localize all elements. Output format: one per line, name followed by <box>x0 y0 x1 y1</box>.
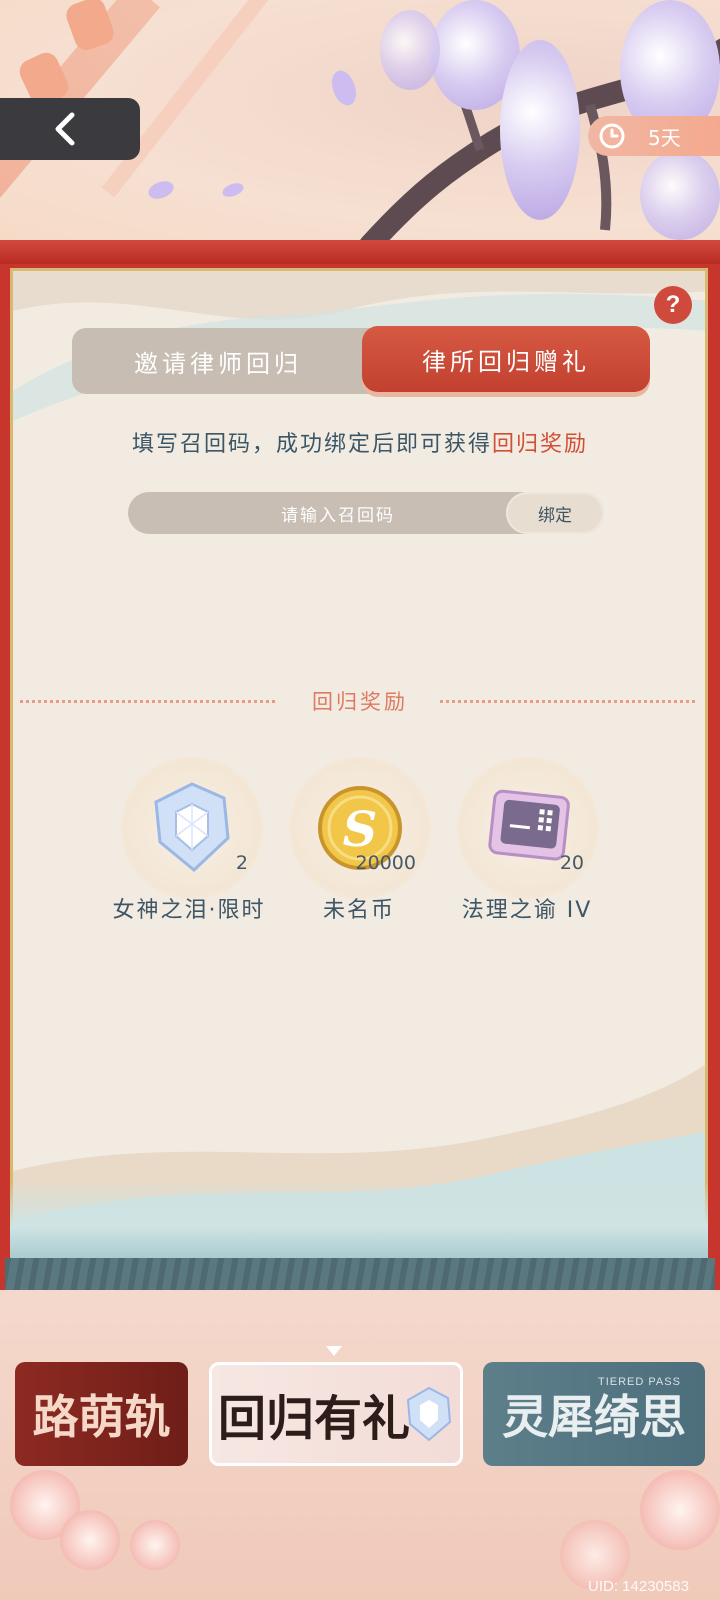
board-frame-top <box>0 240 720 264</box>
banner-title: 回归有礼 <box>217 1391 410 1447</box>
wisteria-cluster <box>380 10 440 90</box>
carousel-indicator <box>326 1346 342 1356</box>
countdown-badge: 5天 <box>588 116 720 156</box>
reward-item[interactable] <box>124 760 260 896</box>
instruction-text: 填写召回码，成功绑定后即可获得回归奖励 <box>10 426 710 458</box>
reward-count: 2 <box>235 852 248 874</box>
banner-subtitle: TIERED PASS <box>598 1376 681 1388</box>
instruction-prefix: 填写召回码，成功绑定后即可获得 <box>131 432 492 457</box>
rewards-title: 回归奖励 <box>312 690 408 714</box>
flower-decoration <box>130 1520 180 1570</box>
banner-event-left[interactable]: 路萌轨 <box>15 1362 188 1466</box>
gem-icon <box>154 782 230 872</box>
uid-label: UID: 14230583 <box>588 1578 689 1595</box>
countdown-text: 5天 <box>648 125 681 150</box>
tab-invite-lawyer[interactable]: 邀请律师回归 <box>72 328 364 394</box>
bind-button[interactable]: 绑定 <box>506 492 604 534</box>
section-divider <box>20 700 275 703</box>
gem-icon <box>406 1386 452 1442</box>
board-floor <box>5 1258 715 1290</box>
panel-bottom-wave <box>10 1180 708 1258</box>
help-button[interactable]: ? <box>654 286 692 324</box>
reward-name: 法理之谕 IV <box>461 898 593 923</box>
reward-name: 未名币 <box>322 898 395 923</box>
back-button[interactable] <box>0 98 140 160</box>
reward-item[interactable]: S <box>292 760 428 896</box>
section-divider <box>440 700 695 703</box>
instruction-highlight: 回归奖励 <box>492 432 589 457</box>
flower-decoration <box>60 1510 120 1570</box>
chevron-left-icon <box>55 112 75 146</box>
wisteria-cluster <box>640 150 720 240</box>
reward-count: 20000 <box>355 852 416 874</box>
svg-text:S: S <box>343 802 378 858</box>
reward-name: 女神之泪·限时 <box>112 898 266 923</box>
card-chip-icon <box>488 789 570 861</box>
clock-icon <box>599 123 625 149</box>
banner-return-gift[interactable]: 回归有礼 <box>209 1362 463 1466</box>
tab-return-gift[interactable]: 律所回归赠礼 <box>362 326 650 392</box>
reward-count: 20 <box>559 852 584 874</box>
reward-item[interactable] <box>460 760 596 896</box>
flower-decoration <box>640 1470 720 1550</box>
wisteria-cluster <box>500 40 580 220</box>
coin-icon: S <box>318 786 402 870</box>
recall-code-placeholder[interactable]: 请输入召回码 <box>128 492 548 534</box>
